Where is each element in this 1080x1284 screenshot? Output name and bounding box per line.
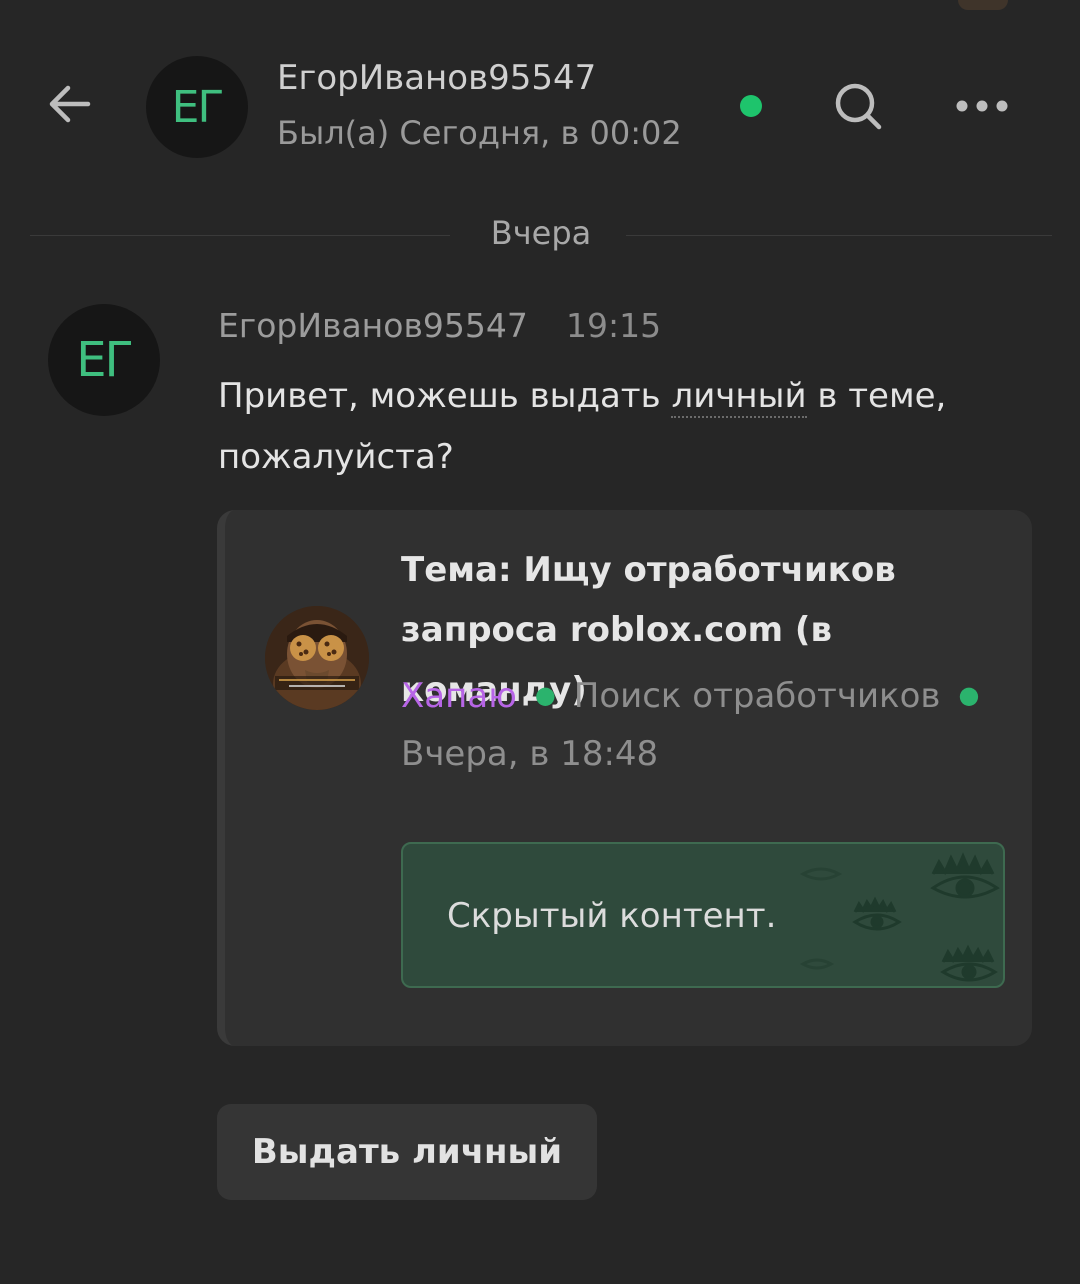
thread-date: Вчера, в 18:48	[401, 734, 659, 774]
hidden-content-label: Скрытый контент.	[447, 896, 777, 936]
message-text: Привет, можешь выдать личный в теме, пож…	[218, 366, 978, 488]
message-text-part: Привет, можешь выдать	[218, 376, 672, 416]
separator-dot-icon: ●	[958, 681, 980, 709]
thread-author[interactable]: Хапаю	[401, 676, 517, 716]
thread-meta: Хапаю ● Поиск отработчиков ● Вчера, в 18:48	[401, 666, 1021, 783]
divider-line	[626, 235, 1052, 236]
arrow-left-icon	[49, 85, 91, 123]
contact-name[interactable]: ЕгорИванов95547	[277, 58, 596, 98]
thread-preview-card[interactable]: Тема: Ищу отработчиков запроса roblox.co…	[217, 510, 1032, 1046]
online-indicator	[740, 95, 762, 117]
contact-avatar[interactable]: ЕГ	[146, 56, 248, 158]
search-icon	[835, 83, 882, 130]
avatar-initials: ЕГ	[171, 81, 225, 133]
chat-header: ЕГ ЕгорИванов95547 Был(а) Сегодня, в 00:…	[0, 0, 1080, 200]
search-button[interactable]	[830, 78, 886, 134]
more-options-button[interactable]	[950, 82, 1014, 130]
thread-category[interactable]: Поиск отработчиков	[574, 676, 941, 716]
more-horizontal-icon	[956, 100, 1008, 112]
separator-dot-icon: ●	[534, 681, 556, 709]
hidden-content-block: Скрытый контент.	[401, 842, 1005, 988]
thread-author-avatar[interactable]	[265, 606, 369, 710]
back-button[interactable]	[38, 72, 102, 136]
message-time: 19:15	[566, 306, 662, 345]
avatar-initials: ЕГ	[76, 332, 134, 388]
grant-access-button[interactable]: Выдать личный	[217, 1104, 597, 1200]
message-author-avatar[interactable]: ЕГ	[48, 304, 160, 416]
last-seen-status: Был(а) Сегодня, в 00:02	[277, 114, 682, 152]
eye-pattern-icon	[799, 852, 1000, 982]
message-highlight-term[interactable]: личный	[671, 376, 807, 418]
cookie-avatar-icon	[265, 606, 369, 710]
message-author[interactable]: ЕгорИванов95547	[218, 306, 528, 345]
date-divider: Вчера	[30, 212, 1052, 260]
date-label: Вчера	[490, 214, 592, 252]
